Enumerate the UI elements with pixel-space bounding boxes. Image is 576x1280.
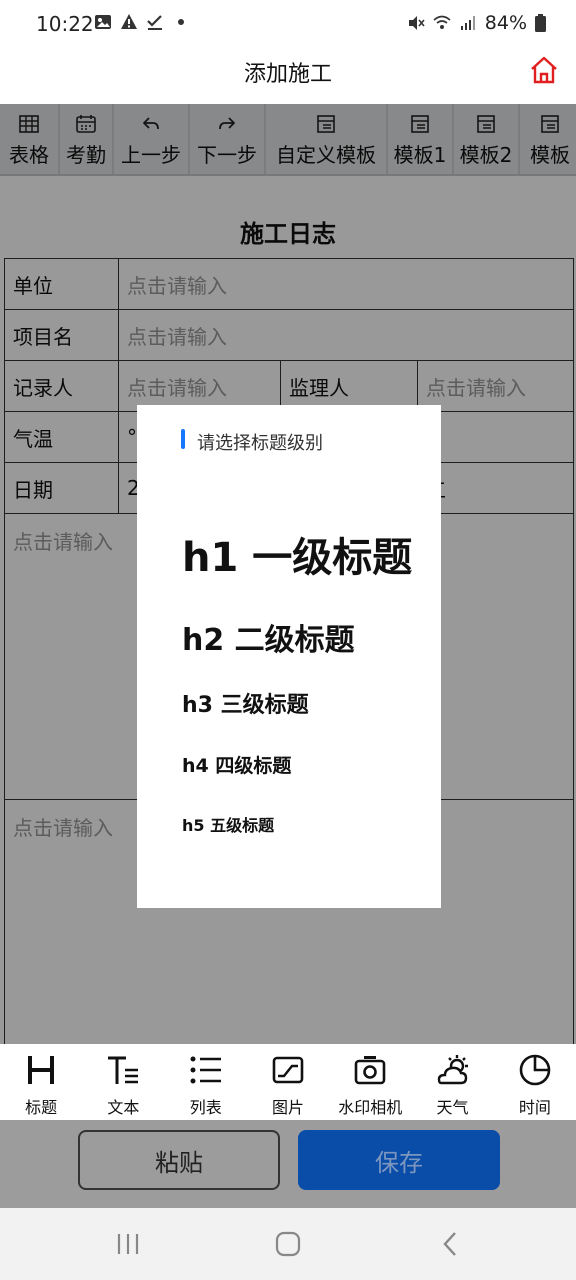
weather-icon bbox=[435, 1052, 471, 1088]
heading-icon bbox=[23, 1052, 59, 1088]
dialog-title: 请选择标题级别 bbox=[197, 433, 323, 454]
save-button[interactable]: 保存 bbox=[298, 1130, 500, 1190]
insert-time-button[interactable]: 时间 bbox=[494, 1044, 576, 1118]
warning-icon bbox=[121, 14, 137, 29]
dot-icon bbox=[178, 19, 184, 25]
heading-level-dialog: 请选择标题级别 h1 一级标题 h2 二级标题 h3 三级标题 h4 四级标题 … bbox=[137, 405, 441, 908]
insert-weather-button[interactable]: 天气 bbox=[412, 1044, 494, 1118]
home-icon[interactable] bbox=[528, 54, 560, 86]
app-header: 添加施工 bbox=[0, 48, 576, 104]
heading-option-h5[interactable]: h5 五级标题 bbox=[182, 812, 274, 836]
insert-text-button[interactable]: 文本 bbox=[82, 1044, 164, 1118]
insert-label: 天气 bbox=[436, 1098, 469, 1117]
insert-label: 水印相机 bbox=[338, 1098, 403, 1117]
heading-option-h3[interactable]: h3 三级标题 bbox=[182, 687, 309, 719]
home-nav-icon[interactable] bbox=[268, 1228, 308, 1260]
back-nav-icon[interactable] bbox=[430, 1228, 470, 1260]
page-title: 添加施工 bbox=[243, 62, 332, 87]
heading-option-h2[interactable]: h2 二级标题 bbox=[182, 615, 355, 659]
insert-heading-button[interactable]: 标题 bbox=[0, 1044, 82, 1118]
insert-toolbar: 标题 文本 列表 图片 水印相机 天气 时间 bbox=[0, 1044, 576, 1120]
status-notification-icons bbox=[94, 13, 190, 31]
camera-icon bbox=[352, 1052, 388, 1088]
mute-icon bbox=[408, 16, 425, 30]
status-bar: 10:22 84% bbox=[0, 0, 576, 48]
insert-list-button[interactable]: 列表 bbox=[165, 1044, 247, 1118]
task-check-icon bbox=[147, 15, 162, 30]
battery-icon bbox=[535, 14, 546, 32]
insert-watermark-camera-button[interactable]: 水印相机 bbox=[329, 1044, 411, 1118]
action-bar: 粘贴 保存 bbox=[0, 1120, 576, 1208]
insert-label: 文本 bbox=[107, 1098, 140, 1117]
text-icon bbox=[105, 1052, 141, 1088]
system-navigation-bar bbox=[0, 1208, 576, 1280]
signal-icon bbox=[460, 16, 475, 30]
gallery-icon bbox=[95, 15, 111, 29]
battery-percent: 84% bbox=[484, 12, 527, 34]
clock-icon bbox=[517, 1052, 553, 1088]
insert-label: 列表 bbox=[189, 1098, 222, 1117]
heading-option-h1[interactable]: h1 一级标题 bbox=[182, 525, 412, 583]
title-accent-bar bbox=[181, 429, 185, 449]
recent-apps-icon[interactable] bbox=[108, 1228, 148, 1260]
wifi-icon bbox=[433, 15, 451, 29]
insert-label: 时间 bbox=[518, 1098, 551, 1117]
image-icon bbox=[270, 1052, 306, 1088]
heading-option-h4[interactable]: h4 四级标题 bbox=[182, 751, 291, 778]
insert-image-button[interactable]: 图片 bbox=[247, 1044, 329, 1118]
list-icon bbox=[188, 1052, 224, 1088]
insert-label: 标题 bbox=[25, 1098, 58, 1117]
paste-button[interactable]: 粘贴 bbox=[78, 1130, 280, 1190]
status-time: 10:22 bbox=[36, 12, 94, 36]
insert-label: 图片 bbox=[271, 1098, 304, 1117]
status-system-icons: 84% bbox=[407, 12, 546, 34]
